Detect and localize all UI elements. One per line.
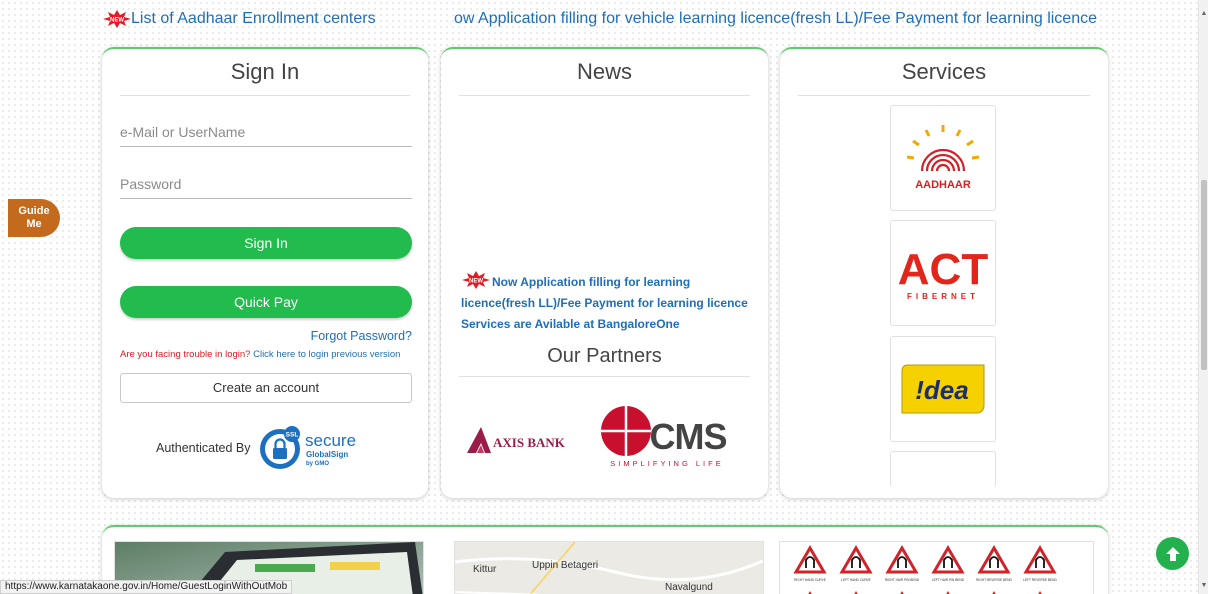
arrow-up-icon	[1165, 546, 1180, 561]
news-item-learning-licence[interactable]: NEW Now Application filling for learning…	[461, 271, 761, 335]
guide-label-1: Guide	[18, 205, 50, 217]
marquee-text-1: List of Aadhaar Enrollment centers	[131, 10, 376, 28]
svg-text:CMS: CMS	[650, 416, 727, 457]
guide-me-tab[interactable]: Guide Me	[8, 199, 60, 237]
road-sign-label: LEFT HAIR PIN BEND	[932, 578, 965, 582]
road-sign-icon	[885, 545, 919, 574]
map-thumbnail[interactable]: Kittur Uppin Betageri Navalgund	[454, 541, 764, 594]
previous-version-link[interactable]: Click here to login previous version	[253, 349, 400, 360]
news-panel: News NEW Now Application filling for lea…	[441, 47, 768, 498]
email-field[interactable]	[120, 117, 412, 147]
create-account-button[interactable]: Create an account	[120, 373, 412, 403]
svg-text:secure: secure	[305, 431, 356, 450]
svg-text:FIBERNET: FIBERNET	[907, 292, 979, 301]
trouble-text: Are you facing trouble in login?	[120, 349, 251, 360]
road-sign-label: RIGHT HAIR PIN BEND	[885, 578, 920, 582]
road-sign-label: LEFT HAND CURVE	[841, 578, 871, 582]
svg-text:NEW: NEW	[469, 279, 483, 285]
guide-label-2: Me	[26, 218, 42, 230]
svg-text:by GMO: by GMO	[306, 461, 329, 467]
svg-text:GlobalSign: GlobalSign	[306, 450, 348, 459]
svg-text:SSL: SSL	[286, 432, 299, 439]
road-sign-label: RIGHT REVERSE BEND	[976, 578, 1012, 582]
services-title: Services	[798, 59, 1090, 96]
signin-panel: Sign In Sign In Quick Pay Forgot Passwor…	[102, 47, 428, 498]
status-bar-url: https://www.karnatakaone.gov.in/Home/Gue…	[0, 580, 293, 594]
page-scrollbar[interactable]: ▲ ▼	[1198, 0, 1208, 594]
scroll-up-arrow-icon[interactable]: ▲	[1199, 8, 1208, 20]
password-field[interactable]	[120, 169, 412, 199]
service-tile-idea[interactable]: !dea	[890, 336, 996, 442]
map-label-uppin-betageri: Uppin Betageri	[532, 560, 599, 571]
marquee-text-2: ow Application filling for vehicle learn…	[454, 10, 1102, 27]
road-sign-icon	[1023, 545, 1057, 574]
axis-bank-logo[interactable]: AXIS BANK	[465, 423, 585, 459]
marquee-row: NEW List of Aadhaar Enrollment centers o…	[8, 0, 1198, 44]
svg-text:SIMPLIFYING LIFE: SIMPLIFYING LIFE	[610, 459, 723, 468]
map-label-navalgund: Navalgund	[665, 582, 713, 593]
scroll-to-top-button[interactable]	[1156, 537, 1189, 570]
road-signs-image: RIGHT HAND CURVE LEFT HAND CURVE RIGHT HAI…	[793, 545, 1057, 594]
svg-text:NEW: NEW	[110, 18, 124, 24]
scrollbar-thumb[interactable]	[1201, 180, 1207, 370]
marquee-link-learning-licence[interactable]: ow Application filling for vehicle learn…	[454, 10, 1102, 28]
road-sign-label: LEFT REVERSE BEND	[1023, 578, 1057, 582]
idea-logo: !dea	[901, 364, 985, 414]
act-fibernet-logo: ACT FIBERNET	[898, 245, 989, 301]
svg-text:ACT: ACT	[898, 245, 989, 294]
svg-text:!dea: !dea	[915, 375, 968, 405]
road-sign-icon	[839, 545, 873, 574]
map-roads	[455, 542, 763, 594]
cms-logo[interactable]: CMS SIMPLIFYING LIFE	[600, 403, 735, 469]
news-item-text: Now Application filling for learning lic…	[461, 275, 748, 331]
map-label-kittur: Kittur	[473, 564, 497, 575]
new-badge-icon: NEW	[461, 271, 491, 289]
road-signs-thumbnail[interactable]: RIGHT HAND CURVE LEFT HAND CURVE RIGHT HAI…	[779, 541, 1094, 594]
authentication-badge: Authenticated By SSL secure GlobalSign b…	[154, 424, 384, 474]
road-sign-label: RIGHT HAND CURVE	[794, 578, 826, 582]
services-panel: Services AADHAAR ACT FIBERNET !dea	[780, 47, 1108, 498]
globalsign-ssl-icon[interactable]: SSL secure GlobalSign by GMO	[258, 424, 378, 472]
new-badge-icon: NEW	[103, 10, 131, 28]
marquee-link-aadhaar-centers[interactable]: NEW List of Aadhaar Enrollment centers	[103, 10, 376, 28]
news-title: News	[459, 59, 750, 96]
login-trouble-notice: Are you facing trouble in login? Click h…	[120, 349, 400, 360]
forgot-password-link[interactable]: Forgot Password?	[311, 329, 412, 343]
service-tile-act-fibernet[interactable]: ACT FIBERNET	[890, 220, 996, 326]
signin-title: Sign In	[120, 59, 410, 96]
svg-text:AXIS BANK: AXIS BANK	[493, 435, 566, 450]
scroll-down-arrow-icon[interactable]: ▼	[1199, 580, 1208, 592]
page-frame: NEW List of Aadhaar Enrollment centers o…	[8, 0, 1198, 594]
service-tile-aadhaar[interactable]: AADHAAR	[890, 105, 996, 211]
road-sign-icon	[977, 545, 1011, 574]
authenticated-by-label: Authenticated By	[156, 441, 251, 455]
road-sign-icon	[931, 545, 965, 574]
quick-pay-button[interactable]: Quick Pay	[120, 286, 412, 318]
partners-title: Our Partners	[459, 345, 750, 377]
svg-text:AADHAAR: AADHAAR	[915, 179, 971, 191]
aadhaar-logo: AADHAAR	[906, 125, 980, 191]
service-tile-partial[interactable]	[890, 451, 996, 487]
signin-button[interactable]: Sign In	[120, 227, 412, 259]
road-sign-icon	[793, 545, 827, 574]
